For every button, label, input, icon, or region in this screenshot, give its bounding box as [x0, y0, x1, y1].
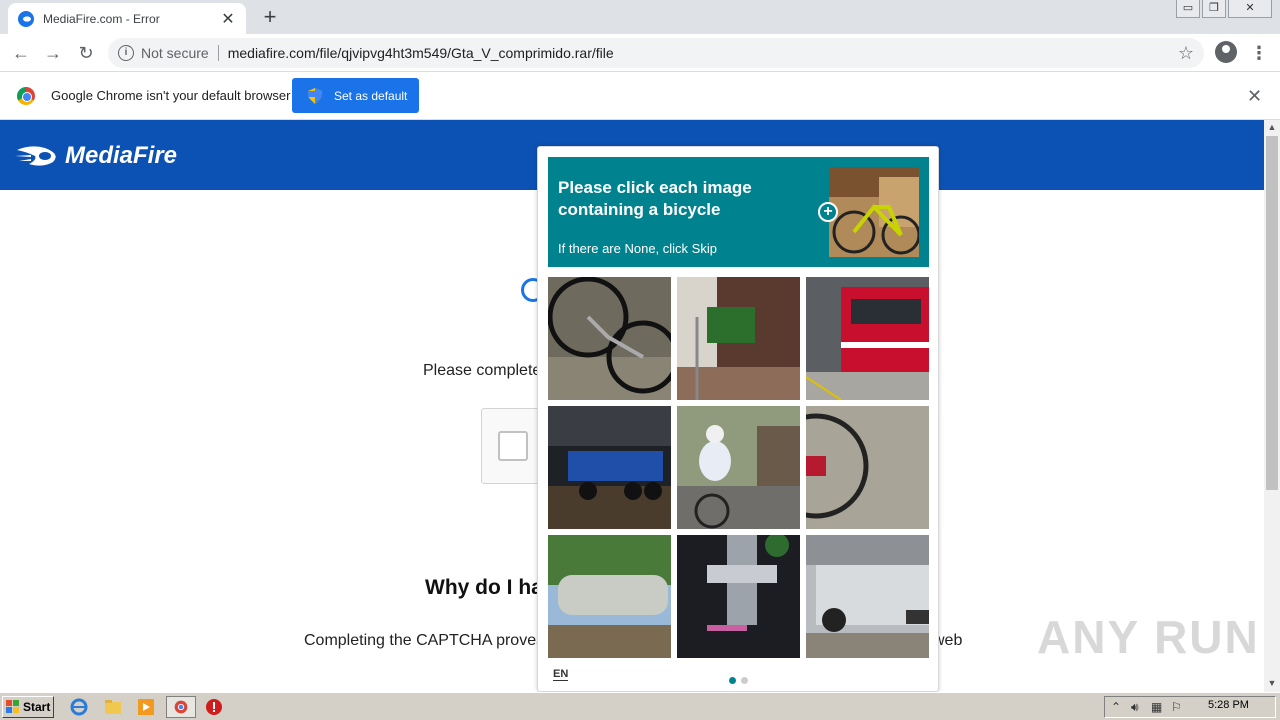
action-center-flag-icon[interactable]: ⚐: [1171, 700, 1185, 714]
mediafire-favicon-icon: [18, 10, 34, 27]
challenge-tile[interactable]: [677, 535, 800, 658]
start-label: Start: [23, 700, 51, 714]
file-explorer-icon[interactable]: [102, 697, 124, 717]
language-selector[interactable]: EN: [553, 668, 569, 681]
system-tray: ⌃ 🔊︎ ▦ ⚐: [1104, 696, 1276, 718]
set-as-default-label: Set as default: [334, 88, 408, 103]
infobar-message: Google Chrome isn't your default browser: [51, 88, 291, 103]
please-complete-text: Please complete: [423, 362, 542, 379]
taskbar-clock[interactable]: 5:28 PM: [1208, 699, 1249, 711]
captcha-challenge-dialog: Please click each image containing a bic…: [537, 146, 939, 692]
scroll-up-arrow-icon[interactable]: ▲: [1264, 122, 1280, 134]
default-browser-infobar: Google Chrome isn't your default browser…: [0, 72, 1280, 120]
scroll-down-arrow-icon[interactable]: ▼: [1264, 678, 1280, 690]
windows-flag-icon: [6, 700, 19, 713]
profile-avatar-icon[interactable]: [1215, 41, 1237, 63]
browser-tab[interactable]: MediaFire.com - Error ✕: [8, 3, 246, 34]
tab-title: MediaFire.com - Error: [43, 11, 160, 26]
challenge-tile[interactable]: [806, 406, 929, 529]
url-text[interactable]: mediafire.com/file/qjvipvg4ht3m549/Gta_V…: [228, 45, 614, 61]
set-as-default-button[interactable]: Set as default: [292, 78, 419, 113]
volume-icon[interactable]: 🔊︎: [1131, 700, 1145, 715]
page-scrollbar[interactable]: ▲ ▼: [1264, 120, 1280, 692]
windows-taskbar: Start ⌃ 🔊︎ ▦ ⚐ 5:28 PM: [0, 692, 1280, 720]
challenge-tile[interactable]: [806, 535, 929, 658]
info-icon[interactable]: i: [118, 45, 134, 61]
mediafire-logo[interactable]: MediaFire: [15, 142, 177, 170]
omnibox-divider: [217, 45, 219, 61]
zoom-example-plus-icon[interactable]: +: [818, 202, 838, 222]
warning-app-icon[interactable]: [203, 697, 225, 717]
chrome-logo-icon: [17, 87, 35, 105]
completing-text: Completing the CAPTCHA proves: [304, 632, 545, 649]
challenge-image-grid: [548, 277, 929, 658]
back-button[interactable]: ←: [8, 40, 34, 66]
why-heading: Why do I ha: [425, 576, 543, 599]
chrome-taskbar-icon[interactable]: [166, 696, 196, 718]
mediafire-wordmark: MediaFire: [65, 142, 178, 169]
tab-close-icon[interactable]: ✕: [220, 9, 236, 29]
window-controls: ▭ ❐ ✕: [1176, 0, 1272, 18]
restore-button[interactable]: ❐: [1202, 0, 1226, 18]
internet-explorer-icon[interactable]: [68, 697, 90, 717]
tab-strip: MediaFire.com - Error ✕ + ▭ ❐ ✕: [0, 0, 1280, 34]
uac-shield-icon: [308, 87, 322, 104]
infobar-close-icon[interactable]: ✕: [1247, 86, 1262, 107]
challenge-tile[interactable]: [677, 277, 800, 400]
anyrun-watermark: ANY RUN: [1037, 611, 1260, 663]
forward-button[interactable]: →: [40, 40, 66, 66]
media-player-icon[interactable]: [135, 697, 157, 717]
challenge-instruction: Please click each image containing a bic…: [558, 178, 752, 219]
start-button[interactable]: Start: [2, 696, 54, 718]
new-tab-button[interactable]: +: [258, 6, 282, 28]
challenge-skip-hint: If there are None, click Skip: [558, 241, 717, 256]
challenge-prompt: Please click each image containing a bic…: [548, 157, 929, 267]
reload-button[interactable]: ↻: [73, 40, 99, 66]
example-bicycle-image: [829, 167, 919, 257]
challenge-tile[interactable]: [548, 277, 671, 400]
challenge-tile[interactable]: [548, 535, 671, 658]
security-label: Not secure: [141, 45, 209, 61]
bookmark-star-icon[interactable]: ☆: [1178, 43, 1194, 64]
mediafire-flame-icon: [15, 146, 56, 166]
browser-menu-icon[interactable]: ⋮: [1250, 40, 1268, 66]
challenge-page-indicator: [729, 677, 748, 684]
scrollbar-thumb[interactable]: [1266, 136, 1278, 490]
window-close-button[interactable]: ✕: [1228, 0, 1272, 18]
address-bar[interactable]: i Not secure mediafire.com/file/qjvipvg4…: [108, 38, 1204, 68]
challenge-tile[interactable]: [677, 406, 800, 529]
network-icon[interactable]: ▦: [1151, 700, 1165, 714]
minimize-button[interactable]: ▭: [1176, 0, 1200, 18]
challenge-tile[interactable]: [548, 406, 671, 529]
tray-expand-icon[interactable]: ⌃: [1111, 700, 1125, 714]
browser-toolbar: ← → ↻ i Not secure mediafire.com/file/qj…: [0, 34, 1280, 72]
challenge-tile[interactable]: [806, 277, 929, 400]
page-dot-active: [729, 677, 736, 684]
captcha-checkbox[interactable]: [498, 431, 528, 461]
page-dot: [741, 677, 748, 684]
example-image[interactable]: [829, 167, 919, 257]
